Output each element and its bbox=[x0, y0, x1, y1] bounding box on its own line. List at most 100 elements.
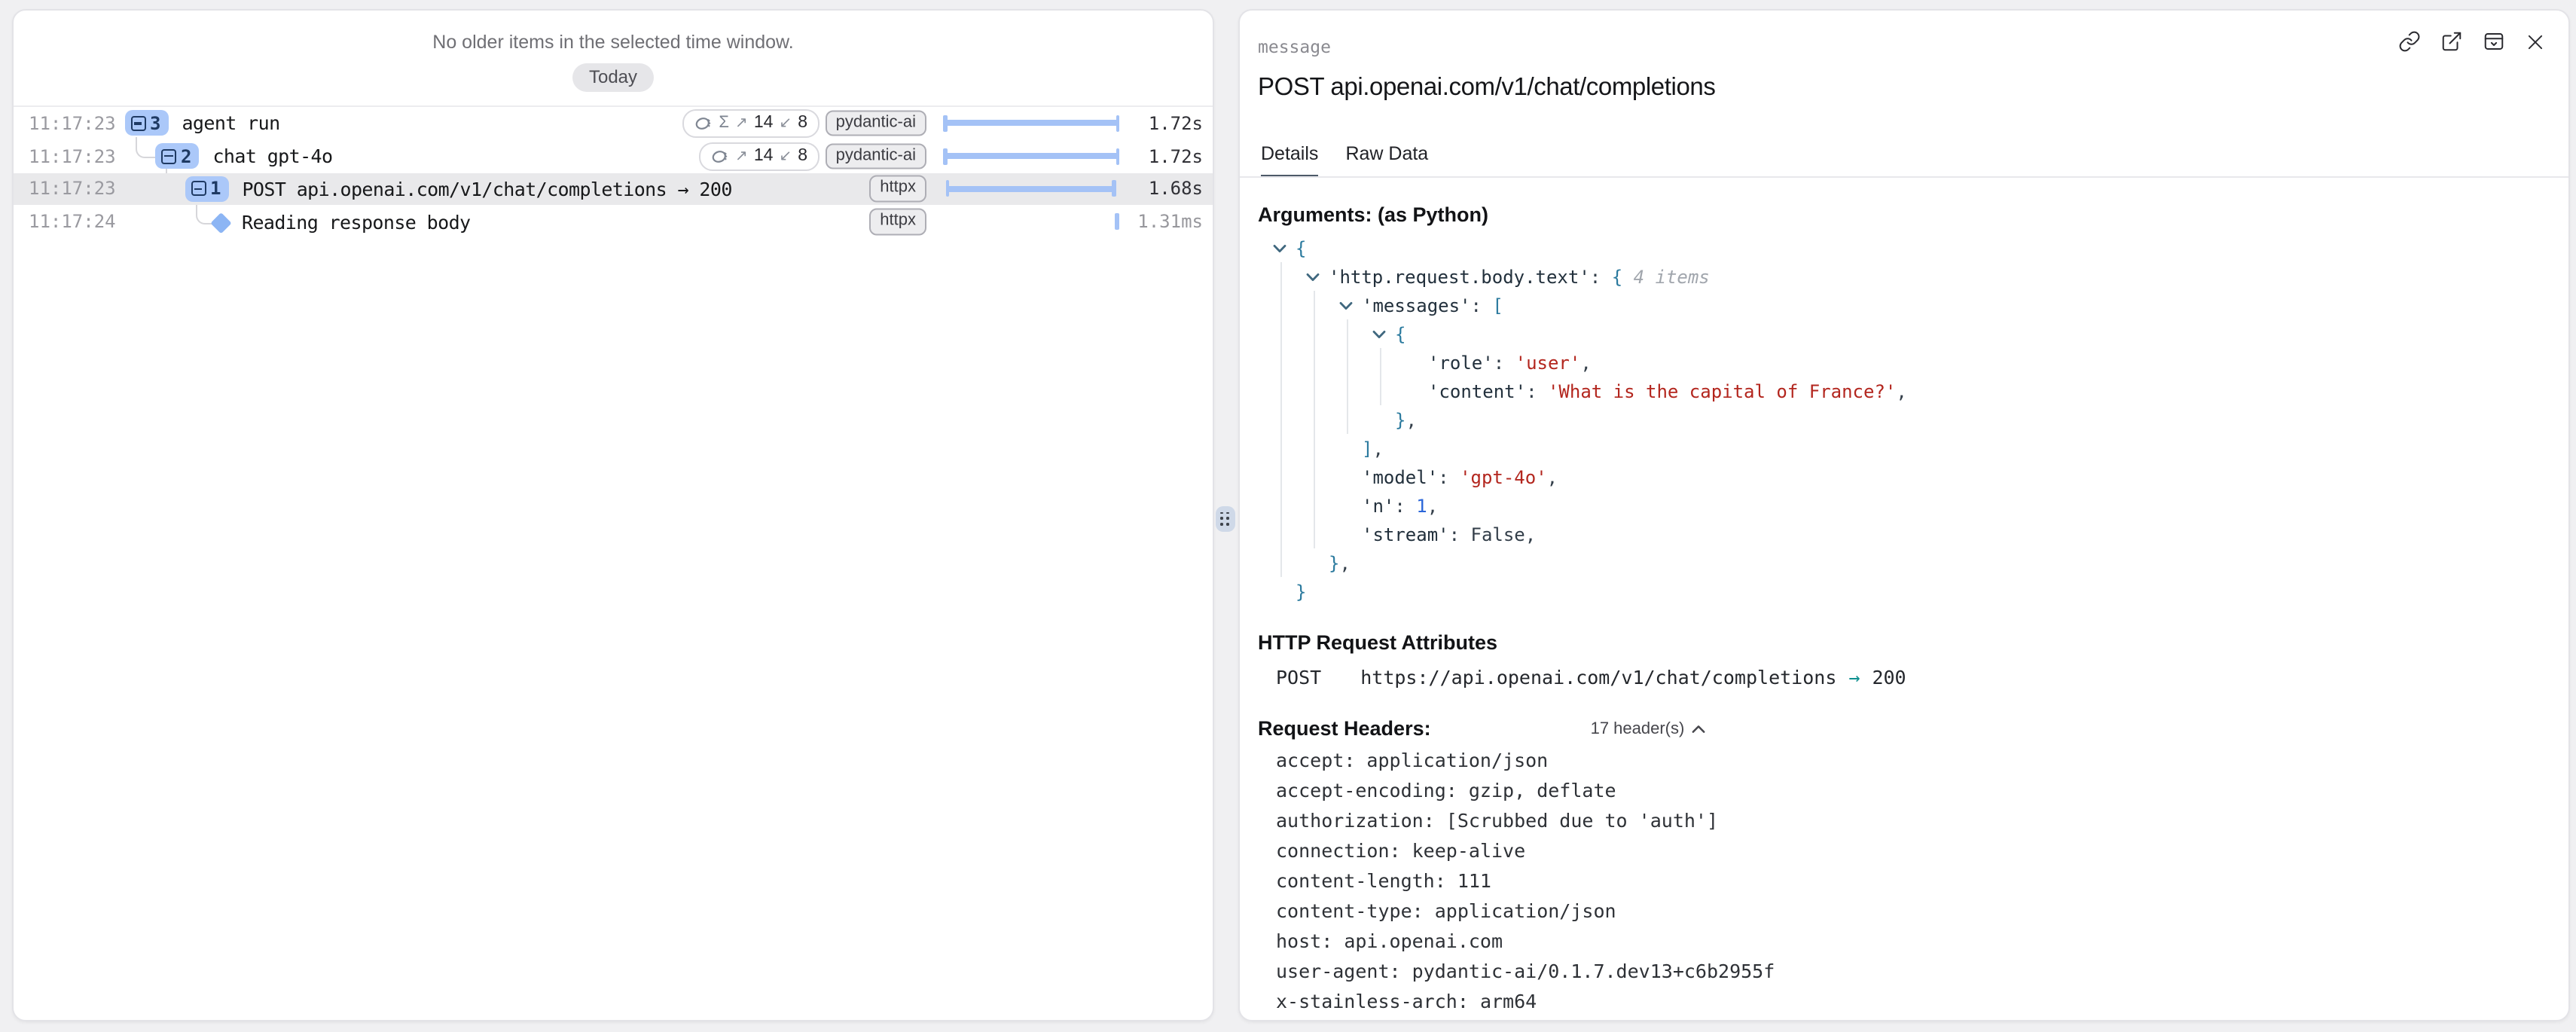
detail-header-actions bbox=[2398, 30, 2546, 53]
dock-bottom-icon[interactable] bbox=[2483, 30, 2505, 53]
duration-bar-end-cap bbox=[1115, 214, 1119, 231]
span-name: Reading response body bbox=[242, 211, 471, 234]
child-count: 3 bbox=[150, 113, 160, 134]
arguments-tree-line: } bbox=[1258, 577, 2568, 606]
span-collapse-badge[interactable]: 3 bbox=[124, 111, 168, 136]
row-timestamp: 11:17:23 bbox=[29, 145, 116, 166]
token-usage-badge[interactable]: Σ ↗14 ↙8 bbox=[682, 109, 819, 138]
span-node: 3 agent run bbox=[124, 107, 280, 140]
duration-label: 1.72s bbox=[1149, 145, 1203, 166]
row-timestamp: 11:17:23 bbox=[29, 113, 116, 134]
chevron-down-icon[interactable] bbox=[1339, 301, 1362, 310]
duration-bar-start-cap bbox=[945, 181, 949, 197]
scope-tag[interactable]: httpx bbox=[869, 209, 926, 235]
header-value: : application/json bbox=[1412, 899, 1616, 922]
duration-bar bbox=[943, 115, 1119, 132]
http-status: 200 bbox=[1872, 666, 1906, 689]
duration-bar bbox=[943, 214, 1119, 231]
chevron-down-icon[interactable] bbox=[1273, 243, 1296, 252]
scope-tag[interactable]: httpx bbox=[869, 176, 926, 202]
header-key: user-agent bbox=[1276, 960, 1390, 982]
header-value: : arm64 bbox=[1457, 990, 1537, 1012]
today-button[interactable]: Today bbox=[572, 63, 654, 92]
scope-tag[interactable]: pydantic-ai bbox=[826, 110, 926, 136]
trace-row[interactable]: 11:17:24 Reading response body httpx 1.3… bbox=[14, 206, 1213, 239]
span-node: 1 POST api.openai.com/v1/chat/completion… bbox=[185, 173, 732, 206]
request-header-line: content-length: 111 bbox=[1276, 866, 2568, 896]
grip-dots-icon bbox=[1221, 512, 1229, 526]
request-header-line: connection: keep-alive bbox=[1276, 836, 2568, 866]
trace-rows: 11:17:23 3 agent run Σ ↗14 ↙8 pydantic-a… bbox=[14, 105, 1213, 243]
arguments-tree-line: { bbox=[1258, 234, 2568, 262]
header-value: : application/json bbox=[1344, 749, 1548, 771]
request-headers-row: Request Headers: 17 header(s) bbox=[1240, 717, 2568, 740]
indent-guide bbox=[1346, 319, 1348, 434]
duration-bar-end-cap bbox=[1112, 181, 1116, 197]
link-icon[interactable] bbox=[2398, 30, 2421, 53]
header-key: accept-encoding bbox=[1276, 779, 1446, 801]
logfire-trace-view: No older items in the selected time wind… bbox=[0, 0, 2576, 1032]
received-arrow-icon: ↙ bbox=[779, 148, 792, 164]
request-header-line: authorization: [Scrubbed due to 'auth'] bbox=[1276, 806, 2568, 836]
span-name: POST api.openai.com/v1/chat/completions … bbox=[242, 178, 731, 200]
http-request-line: POST https://api.openai.com/v1/chat/comp… bbox=[1276, 666, 2568, 689]
span-collapse-badge[interactable]: 1 bbox=[185, 176, 228, 202]
empty-window-notice: No older items in the selected time wind… bbox=[14, 11, 1213, 53]
header-value: : gzip, deflate bbox=[1446, 779, 1616, 801]
duration-bar-line bbox=[945, 186, 1116, 192]
span-detail-panel: message POST api.openai.com/v1/chat/comp… bbox=[1238, 9, 2570, 1021]
sent-arrow-icon: ↗ bbox=[735, 148, 748, 164]
request-headers-heading: Request Headers: bbox=[1258, 717, 1431, 740]
request-header-line: x-stainless-arch: arm64 bbox=[1276, 987, 2568, 1017]
child-count: 2 bbox=[181, 145, 191, 166]
trace-row[interactable]: 11:17:23 3 agent run Σ ↗14 ↙8 pydantic-a… bbox=[14, 107, 1213, 140]
header-value: : pydantic-ai/0.1.7.dev13+c6b2955f bbox=[1390, 960, 1775, 982]
sigma-icon: Σ bbox=[719, 114, 729, 133]
span-collapse-badge[interactable]: 2 bbox=[155, 143, 199, 169]
tokens-sent: 14 bbox=[754, 114, 774, 133]
header-key: accept bbox=[1276, 749, 1344, 771]
header-value: : 111 bbox=[1435, 869, 1491, 892]
chevron-down-icon[interactable] bbox=[1372, 329, 1395, 338]
tab-details[interactable]: Details bbox=[1261, 143, 1318, 178]
arguments-tree-line: 'n': 1, bbox=[1258, 491, 2568, 520]
scope-tag[interactable]: pydantic-ai bbox=[826, 143, 926, 169]
arguments-tree-line: { bbox=[1258, 319, 2568, 348]
row-timestamp: 11:17:24 bbox=[29, 212, 116, 233]
request-header-line: host: api.openai.com bbox=[1276, 927, 2568, 957]
open-in-new-icon[interactable] bbox=[2440, 30, 2463, 53]
chevron-down-icon[interactable] bbox=[1306, 272, 1329, 281]
child-count: 1 bbox=[210, 179, 221, 200]
duration-bar-line bbox=[943, 153, 1119, 159]
span-name: chat gpt-4o bbox=[212, 145, 332, 167]
arguments-tree-line: 'role': 'user', bbox=[1258, 348, 2568, 377]
duration-label: 1.31ms bbox=[1137, 212, 1203, 233]
arguments-tree: {'http.request.body.text': { 4 items'mes… bbox=[1258, 234, 2568, 606]
received-arrow-icon: ↙ bbox=[779, 115, 792, 132]
tab-raw-data[interactable]: Raw Data bbox=[1345, 143, 1428, 178]
header-value: : api.openai.com bbox=[1321, 930, 1503, 952]
header-key: authorization bbox=[1276, 809, 1424, 832]
duration-bar bbox=[943, 181, 1119, 197]
headers-count-toggle[interactable]: 17 header(s) bbox=[1582, 718, 1715, 739]
request-header-line: user-agent: pydantic-ai/0.1.7.dev13+c6b2… bbox=[1276, 957, 2568, 987]
request-header-line: accept: application/json bbox=[1276, 746, 2568, 776]
log-diamond-icon bbox=[211, 212, 231, 232]
indent-guide bbox=[1280, 262, 1281, 577]
close-icon[interactable] bbox=[2525, 31, 2546, 52]
trace-row[interactable]: 11:17:23 2 chat gpt-4o ↗14 ↙8 pydantic-a… bbox=[14, 140, 1213, 173]
duration-bar-end-cap bbox=[1116, 115, 1119, 132]
http-attrs-heading: HTTP Request Attributes bbox=[1258, 631, 2568, 654]
arguments-tree-line: 'messages': [ bbox=[1258, 291, 2568, 319]
duration-bar-line bbox=[943, 121, 1119, 127]
span-node: Reading response body bbox=[214, 206, 471, 239]
trace-list-panel: No older items in the selected time wind… bbox=[12, 9, 1214, 1021]
detail-tabs: Details Raw Data bbox=[1261, 143, 1428, 178]
token-usage-badge[interactable]: ↗14 ↙8 bbox=[699, 142, 819, 170]
panel-resize-handle[interactable] bbox=[1215, 506, 1235, 531]
trace-row[interactable]: 11:17:23 1 POST api.openai.com/v1/chat/c… bbox=[14, 173, 1213, 206]
row-timestamp: 11:17:23 bbox=[29, 179, 116, 200]
request-header-line: accept-encoding: gzip, deflate bbox=[1276, 776, 2568, 806]
indent-guide bbox=[1379, 348, 1381, 405]
token-coin-icon bbox=[694, 115, 713, 132]
